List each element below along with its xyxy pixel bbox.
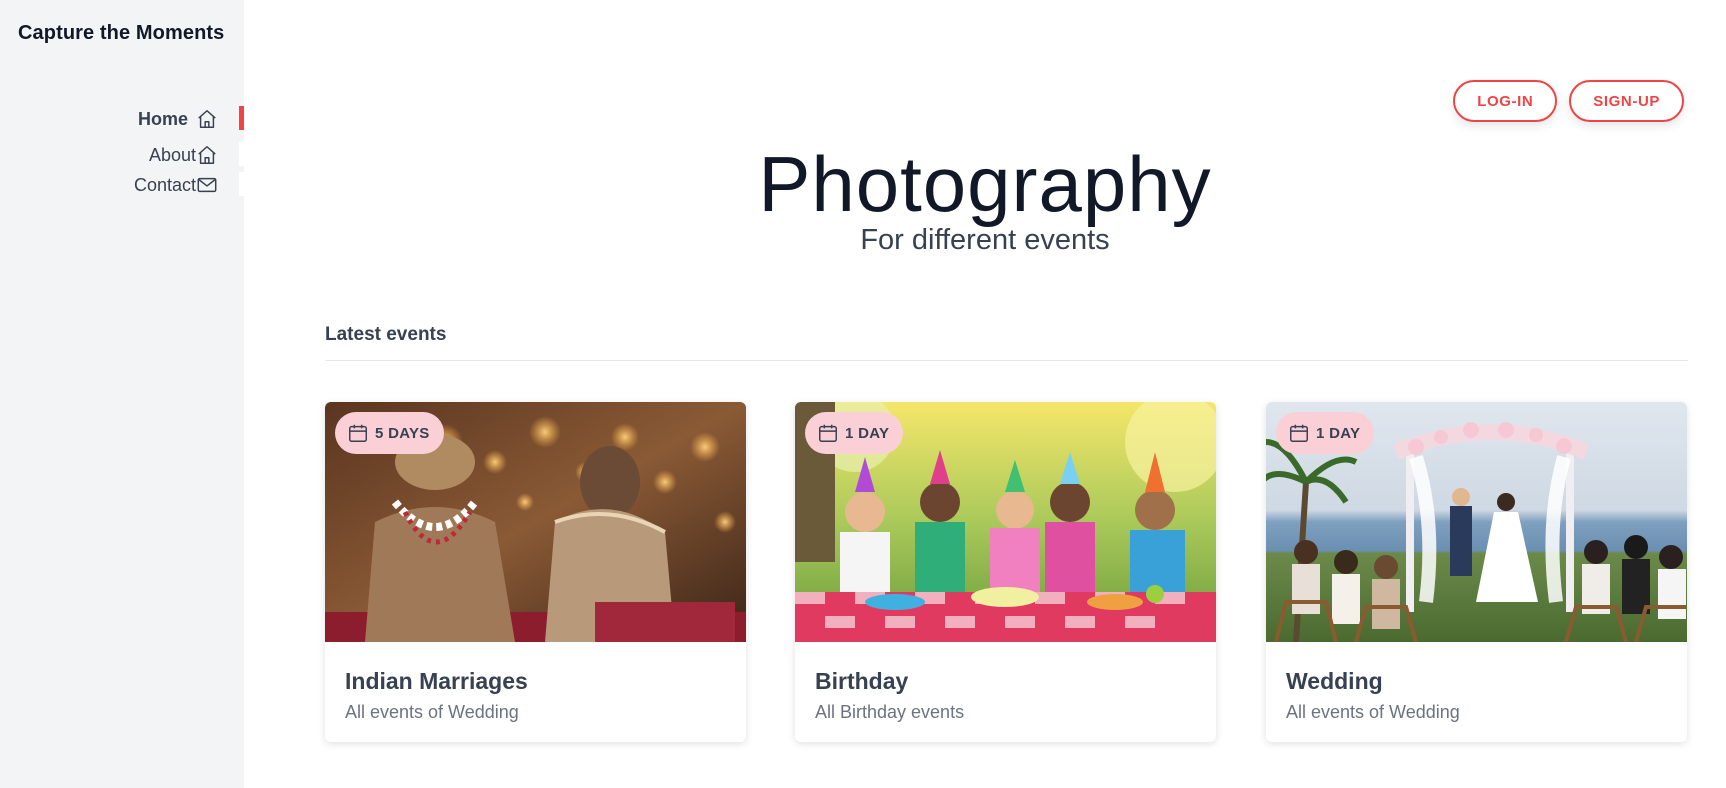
calendar-icon [349, 424, 367, 442]
sidebar-nav: Home About Contact [0, 104, 244, 200]
signup-button[interactable]: SIGN-UP [1569, 80, 1684, 122]
hero-title: Photography [758, 140, 1212, 228]
duration-badge: 5 DAYS [335, 412, 444, 454]
nav-item-home[interactable]: Home [0, 104, 244, 134]
auth-buttons: LOG-IN SIGN-UP [1453, 80, 1684, 122]
duration-badge: 1 DAY [805, 412, 904, 454]
nav-item-label: Home [137, 108, 188, 129]
section-title: Latest events [325, 324, 447, 345]
sidebar: Capture the Moments Home About Contact [0, 0, 244, 788]
nav-item-contact[interactable]: Contact [0, 170, 244, 200]
hero-subtitle: For different events [860, 224, 1110, 256]
active-indicator [239, 106, 244, 130]
login-button[interactable]: LOG-IN [1453, 80, 1558, 122]
card-title: Wedding [1286, 668, 1383, 694]
card-subtitle: All Birthday events [815, 702, 965, 722]
event-card-birthday[interactable]: 1 DAY Birthday All Birthday events [795, 402, 1216, 742]
brand-title: Capture the Moments [18, 22, 225, 44]
event-card-wedding[interactable]: 1 DAY Wedding All events of Wedding [1266, 402, 1687, 742]
card-subtitle: All events of Wedding [1286, 702, 1460, 722]
mail-icon [196, 174, 218, 196]
home-icon [196, 108, 218, 130]
section-divider [325, 360, 1688, 361]
card-subtitle: All events of Wedding [345, 702, 519, 722]
duration-text: 5 DAYS [375, 424, 430, 442]
nav-item-label: Contact [133, 174, 196, 195]
duration-badge: 1 DAY [1276, 412, 1375, 454]
calendar-icon [1290, 424, 1308, 442]
event-card-indian-marriages[interactable]: 5 DAYS Indian Marriages All events of We… [325, 402, 746, 742]
card-title: Indian Marriages [345, 668, 528, 694]
duration-text: 1 DAY [845, 424, 890, 442]
nav-item-label: About [148, 144, 196, 165]
home-icon [196, 144, 218, 166]
calendar-icon [819, 424, 837, 442]
duration-text: 1 DAY [1316, 424, 1361, 442]
card-title: Birthday [815, 668, 909, 694]
nav-item-about[interactable]: About [0, 140, 244, 170]
